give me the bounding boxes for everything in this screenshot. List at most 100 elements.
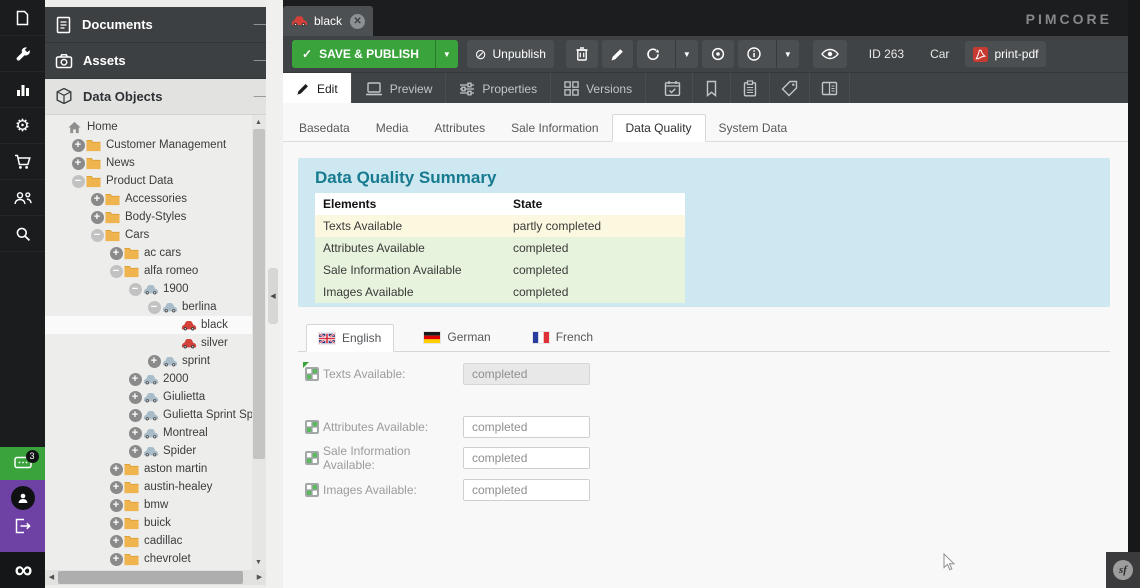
expand-icon[interactable]: + — [127, 409, 143, 422]
expand-icon[interactable]: + — [127, 445, 143, 458]
scroll-up-icon[interactable]: ▲ — [252, 115, 265, 130]
tree-vertical-scrollbar[interactable]: ▲ ▼ — [252, 115, 266, 570]
expand-icon[interactable]: + — [70, 157, 86, 170]
locate-in-tree-button[interactable] — [702, 40, 734, 68]
horizontal-scroll-thumb[interactable] — [58, 571, 243, 584]
collapse-icon[interactable]: − — [89, 229, 105, 242]
tab-properties[interactable]: Properties — [446, 73, 551, 104]
expand-icon[interactable]: + — [108, 517, 124, 530]
symfony-debug-toolbar-button[interactable]: sf — [1106, 552, 1140, 588]
tree-item[interactable]: +Body-Styles — [45, 208, 252, 226]
tree-item[interactable]: +Gulietta Sprint Specia — [45, 406, 252, 424]
tree-item[interactable]: +austin-healey — [45, 478, 252, 496]
user-avatar[interactable] — [11, 486, 35, 510]
subtab-media[interactable]: Media — [363, 115, 422, 141]
expand-icon[interactable]: + — [127, 427, 143, 440]
rail-documents-button[interactable] — [0, 0, 45, 36]
rail-notifications-button[interactable]: 3 — [0, 447, 45, 480]
tree-item[interactable]: +Spider — [45, 442, 252, 460]
language-tab-german[interactable]: German — [412, 323, 502, 351]
tree-item[interactable]: −alfa romeo — [45, 262, 252, 280]
workspace-tab-black[interactable]: black ✕ — [283, 6, 373, 36]
save-options-dropdown[interactable]: ▼ — [435, 40, 458, 68]
images-available-input[interactable] — [463, 479, 590, 501]
expand-icon[interactable]: + — [108, 553, 124, 566]
scroll-right-icon[interactable]: ▶ — [253, 570, 266, 585]
tree-item[interactable]: Home — [45, 118, 252, 136]
rail-ecommerce-button[interactable] — [0, 144, 45, 180]
collapse-icon[interactable]: − — [70, 175, 86, 188]
close-icon[interactable]: ✕ — [350, 14, 365, 29]
reload-button[interactable]: ▼ — [637, 40, 698, 68]
rename-button[interactable] — [602, 40, 633, 68]
subtab-system-data[interactable]: System Data — [706, 115, 801, 141]
expand-icon[interactable]: + — [108, 247, 124, 260]
panel-splitter[interactable]: ◀ — [266, 0, 283, 588]
vertical-scroll-thumb[interactable] — [253, 129, 265, 459]
tab-edit[interactable]: Edit — [283, 73, 352, 104]
collapse-icon[interactable]: − — [146, 301, 162, 314]
tree-item[interactable]: +Giulietta — [45, 388, 252, 406]
tree-item[interactable]: +cadillac — [45, 532, 252, 550]
panel-collapse-handle[interactable]: ◀ — [268, 268, 278, 324]
rail-settings-button[interactable]: ⚙ — [0, 108, 45, 144]
expand-icon[interactable]: + — [108, 463, 124, 476]
open-preview-button[interactable] — [813, 40, 847, 68]
scroll-left-icon[interactable]: ◀ — [45, 570, 58, 585]
tree-item[interactable]: +bmw — [45, 496, 252, 514]
info-button[interactable]: ▼ — [738, 40, 799, 68]
tree-item[interactable]: −Cars — [45, 226, 252, 244]
tree-item[interactable]: +chevrolet — [45, 550, 252, 568]
save-publish-button[interactable]: ✓SAVE & PUBLISH ▼ — [292, 40, 458, 68]
expand-icon[interactable]: + — [127, 391, 143, 404]
tab-versions[interactable]: Versions — [551, 73, 646, 104]
expand-icon[interactable]: + — [70, 139, 86, 152]
rail-search-button[interactable] — [0, 216, 45, 252]
tree-item[interactable]: +buick — [45, 514, 252, 532]
tree-item[interactable]: −Product Data — [45, 172, 252, 190]
tree-item[interactable]: +sprint — [45, 352, 252, 370]
rail-customers-button[interactable] — [0, 180, 45, 216]
pimcore-logo-button[interactable]: ∞ — [0, 552, 45, 588]
tree-item[interactable]: −1900 — [45, 280, 252, 298]
tree-item[interactable]: +ac cars — [45, 244, 252, 262]
subtab-sale-information[interactable]: Sale Information — [498, 115, 611, 141]
tree-item[interactable]: +Montreal — [45, 424, 252, 442]
tree-item[interactable]: +Accessories — [45, 190, 252, 208]
accordion-documents[interactable]: Documents ⟶ — [45, 7, 283, 43]
expand-icon[interactable]: + — [146, 355, 162, 368]
collapse-icon[interactable]: − — [108, 265, 124, 278]
tab-tags[interactable] — [770, 73, 810, 104]
language-tab-english[interactable]: English — [306, 324, 394, 352]
tab-scheduled-tasks[interactable] — [653, 73, 693, 104]
expand-icon[interactable]: + — [89, 193, 105, 206]
accordion-assets[interactable]: Assets ⟶ — [45, 43, 283, 79]
tree-item[interactable]: −berlina — [45, 298, 252, 316]
subtab-data-quality[interactable]: Data Quality — [612, 114, 706, 142]
tree-item[interactable]: black — [45, 316, 252, 334]
expand-icon[interactable]: + — [108, 481, 124, 494]
expand-icon[interactable]: + — [89, 211, 105, 224]
unpublish-button[interactable]: ⊘ Unpublish — [467, 40, 554, 68]
tab-notes-events[interactable] — [693, 73, 731, 104]
tree-item[interactable]: +2000 — [45, 370, 252, 388]
subtab-basedata[interactable]: Basedata — [286, 115, 363, 141]
expand-icon[interactable]: + — [108, 535, 124, 548]
tree-item[interactable]: silver — [45, 334, 252, 352]
language-tab-french[interactable]: French — [521, 323, 605, 351]
tab-reports[interactable] — [731, 73, 770, 104]
tree-item[interactable]: +aston martin — [45, 460, 252, 478]
accordion-data-objects[interactable]: Data Objects ⟶ — [45, 79, 283, 115]
sale-information-available-input[interactable] — [463, 447, 590, 469]
collapse-icon[interactable]: − — [127, 283, 143, 296]
delete-button[interactable] — [566, 40, 598, 68]
rail-reports-button[interactable] — [0, 72, 45, 108]
info-options-dropdown[interactable]: ▼ — [776, 40, 799, 68]
expand-icon[interactable]: + — [108, 499, 124, 512]
tab-workflow[interactable] — [810, 73, 850, 104]
subtab-attributes[interactable]: Attributes — [421, 115, 498, 141]
texts-available-input[interactable] — [463, 363, 590, 385]
rail-tools-button[interactable] — [0, 36, 45, 72]
tree-item[interactable]: +Customer Management — [45, 136, 252, 154]
reload-options-dropdown[interactable]: ▼ — [675, 40, 698, 68]
